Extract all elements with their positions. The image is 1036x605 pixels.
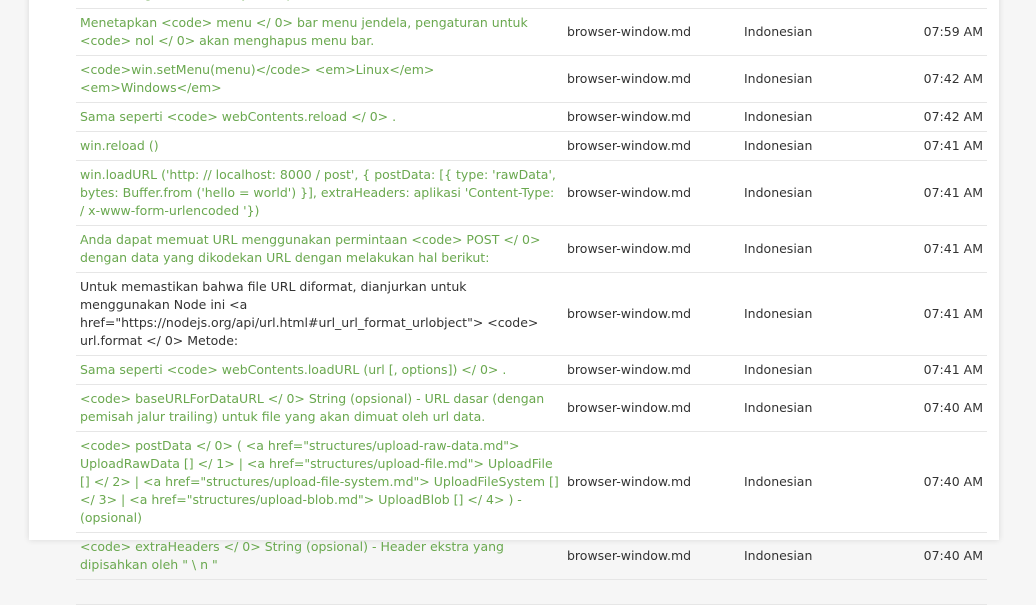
source-string-link[interactable]: <code> extraHeaders </ 0> String (opsion… [76, 532, 563, 580]
source-string-link[interactable]: win.loadURL ('http: // localhost: 8000 /… [76, 160, 563, 226]
file-name: browser-window.md [563, 431, 740, 533]
language-name: Indonesian [740, 355, 896, 385]
table-row[interactable]: <code>win.setMenu(menu)</code> <em>Linux… [76, 55, 987, 103]
table-row[interactable]: win.reload () browser-window.md Indonesian… [76, 131, 987, 161]
table-row[interactable]: win.loadURL ('http: // localhost: 8000 /… [76, 160, 987, 226]
file-name: browser-window.md [563, 8, 740, 56]
language-name: Indonesian [740, 431, 896, 533]
source-string-link[interactable]: <code> baseURLForDataURL </ 0> String (o… [76, 384, 563, 432]
timestamp: 07:41 AM [896, 225, 987, 273]
file-name: browser-window.md [563, 355, 740, 385]
page-panel: win.setProgressBar (kemajuan [, pilihan]… [29, 0, 999, 605]
language-name: Indonesian [740, 102, 896, 132]
timestamp: 07:41 AM [896, 272, 987, 356]
timestamp: 07:41 AM [896, 355, 987, 385]
table-row[interactable]: Sama seperti <code> webContents.reload <… [76, 102, 987, 132]
timestamp: 07:59 AM [896, 0, 987, 9]
timestamp: 07:41 AM [896, 160, 987, 226]
language-name: Indonesian [740, 55, 896, 103]
source-string-link[interactable]: Sama seperti <code> webContents.loadURL … [76, 355, 563, 385]
source-string-link[interactable]: <code>win.setMenu(menu)</code> <em>Linux… [76, 55, 563, 103]
table-row-partial [76, 579, 987, 605]
source-string-link[interactable]: Untuk memastikan bahwa file URL diformat… [76, 272, 563, 356]
table-row[interactable]: <code> extraHeaders </ 0> String (opsion… [76, 532, 987, 580]
source-string-link[interactable]: Sama seperti <code> webContents.reload <… [76, 102, 563, 132]
table-body: win.setProgressBar (kemajuan [, pilihan]… [76, 0, 987, 605]
language-name: Indonesian [740, 384, 896, 432]
language-name: Indonesian [740, 131, 896, 161]
file-name: browser-window.md [563, 131, 740, 161]
empty-cell [563, 579, 740, 605]
translation-activity-table: win.setProgressBar (kemajuan [, pilihan]… [76, 0, 987, 605]
file-name: browser-window.md [563, 272, 740, 356]
timestamp: 07:40 AM [896, 532, 987, 580]
file-name: browser-window.md [563, 160, 740, 226]
source-string-link[interactable]: win.reload () [76, 131, 563, 161]
source-string-link[interactable]: <code> postData </ 0> ( <a href="structu… [76, 431, 563, 533]
timestamp: 07:40 AM [896, 384, 987, 432]
language-name: Indonesian [740, 532, 896, 580]
source-string-link[interactable]: win.setProgressBar (kemajuan [, pilihan]… [76, 0, 563, 9]
timestamp: 07:42 AM [896, 102, 987, 132]
language-name: Indonesian [740, 272, 896, 356]
timestamp: 07:40 AM [896, 431, 987, 533]
file-name: browser-window.md [563, 384, 740, 432]
timestamp: 07:42 AM [896, 55, 987, 103]
file-name: browser-window.md [563, 102, 740, 132]
file-name: browser-window.md [563, 532, 740, 580]
table-row[interactable]: win.setProgressBar (kemajuan [, pilihan]… [76, 0, 987, 9]
language-name: Indonesian [740, 0, 896, 9]
source-string-link[interactable]: Menetapkan <code> menu </ 0> bar menu je… [76, 8, 563, 56]
table-row[interactable]: Untuk memastikan bahwa file URL diformat… [76, 272, 987, 356]
source-string-link[interactable]: Anda dapat memuat URL menggunakan permin… [76, 225, 563, 273]
table-row[interactable]: Sama seperti <code> webContents.loadURL … [76, 355, 987, 385]
empty-cell [896, 579, 987, 605]
file-name: browser-window.md [563, 0, 740, 9]
timestamp: 07:41 AM [896, 131, 987, 161]
file-name: browser-window.md [563, 225, 740, 273]
empty-cell [76, 579, 563, 605]
file-name: browser-window.md [563, 55, 740, 103]
language-name: Indonesian [740, 225, 896, 273]
language-name: Indonesian [740, 8, 896, 56]
table-row[interactable]: <code> baseURLForDataURL </ 0> String (o… [76, 384, 987, 432]
table-row[interactable]: Anda dapat memuat URL menggunakan permin… [76, 225, 987, 273]
table-row[interactable]: Menetapkan <code> menu </ 0> bar menu je… [76, 8, 987, 56]
table-row[interactable]: <code> postData </ 0> ( <a href="structu… [76, 431, 987, 533]
language-name: Indonesian [740, 160, 896, 226]
empty-cell [740, 579, 896, 605]
timestamp: 07:59 AM [896, 8, 987, 56]
